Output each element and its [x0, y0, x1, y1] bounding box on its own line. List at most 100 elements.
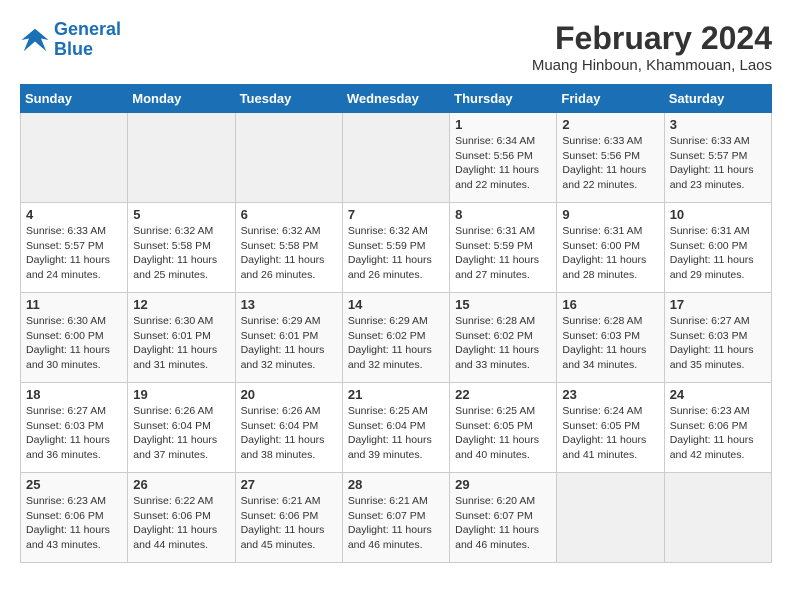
calendar-cell: 23Sunrise: 6:24 AM Sunset: 6:05 PM Dayli…	[557, 383, 664, 473]
calendar-cell: 27 Sunrise: 6:21 AM Sunset: 6:06 PM Dayli…	[235, 473, 342, 563]
calendar-cell	[557, 473, 664, 563]
day-number: 26	[133, 477, 229, 492]
day-number: 22	[455, 387, 551, 402]
day-number: 21	[348, 387, 444, 402]
page-header: General Blue February 2024 Muang Hinboun…	[20, 20, 772, 74]
day-number: 1	[455, 117, 551, 132]
week-row-4: 18Sunrise: 6:27 AM Sunset: 6:03 PM Dayli…	[21, 383, 772, 473]
header-sunday: Sunday	[21, 85, 128, 113]
calendar-cell: 4 Sunrise: 6:33 AM Sunset: 5:57 PM Daylig…	[21, 203, 128, 293]
calendar-cell: 13Sunrise: 6:29 AM Sunset: 6:01 PM Dayli…	[235, 293, 342, 383]
calendar-cell: 7 Sunrise: 6:32 AM Sunset: 5:59 PM Daylig…	[342, 203, 449, 293]
calendar-cell	[235, 113, 342, 203]
day-info: Sunrise: 6:26 AM Sunset: 6:04 PM Dayligh…	[133, 404, 229, 463]
calendar-cell	[128, 113, 235, 203]
day-info: Sunrise: 6:33 AM Sunset: 5:57 PM Dayligh…	[26, 224, 122, 283]
calendar-cell: 8 Sunrise: 6:31 AM Sunset: 5:59 PM Daylig…	[450, 203, 557, 293]
logo: General Blue	[20, 20, 121, 60]
calendar-cell: 20Sunrise: 6:26 AM Sunset: 6:04 PM Dayli…	[235, 383, 342, 473]
calendar-cell: 29 Sunrise: 6:20 AM Sunset: 6:07 PM Dayli…	[450, 473, 557, 563]
calendar-cell	[664, 473, 771, 563]
day-number: 19	[133, 387, 229, 402]
calendar-cell: 17 Sunrise: 6:27 AM Sunset: 6:03 PM Dayli…	[664, 293, 771, 383]
day-info: Sunrise: 6:30 AM Sunset: 6:01 PM Dayligh…	[133, 314, 229, 373]
day-info: Sunrise: 6:24 AM Sunset: 6:05 PM Dayligh…	[562, 404, 658, 463]
day-number: 10	[670, 207, 766, 222]
day-info: Sunrise: 6:23 AM Sunset: 6:06 PM Dayligh…	[670, 404, 766, 463]
day-info: Sunrise: 6:21 AM Sunset: 6:06 PM Dayligh…	[241, 494, 337, 553]
day-info: Sunrise: 6:25 AM Sunset: 6:04 PM Dayligh…	[348, 404, 444, 463]
logo-icon	[20, 25, 50, 55]
day-number: 29	[455, 477, 551, 492]
week-row-1: 1 Sunrise: 6:34 AM Sunset: 5:56 PM Daylig…	[21, 113, 772, 203]
header-wednesday: Wednesday	[342, 85, 449, 113]
day-number: 15	[455, 297, 551, 312]
calendar-cell	[342, 113, 449, 203]
header-tuesday: Tuesday	[235, 85, 342, 113]
calendar-cell: 24 Sunrise: 6:23 AM Sunset: 6:06 PM Dayli…	[664, 383, 771, 473]
day-number: 5	[133, 207, 229, 222]
calendar-cell: 25 Sunrise: 6:23 AM Sunset: 6:06 PM Dayli…	[21, 473, 128, 563]
header-monday: Monday	[128, 85, 235, 113]
day-info: Sunrise: 6:33 AM Sunset: 5:56 PM Dayligh…	[562, 134, 658, 193]
day-info: Sunrise: 6:25 AM Sunset: 6:05 PM Dayligh…	[455, 404, 551, 463]
day-info: Sunrise: 6:33 AM Sunset: 5:57 PM Dayligh…	[670, 134, 766, 193]
day-info: Sunrise: 6:28 AM Sunset: 6:03 PM Dayligh…	[562, 314, 658, 373]
day-info: Sunrise: 6:32 AM Sunset: 5:59 PM Dayligh…	[348, 224, 444, 283]
day-number: 11	[26, 297, 122, 312]
week-row-5: 25 Sunrise: 6:23 AM Sunset: 6:06 PM Dayli…	[21, 473, 772, 563]
day-info: Sunrise: 6:31 AM Sunset: 5:59 PM Dayligh…	[455, 224, 551, 283]
main-title: February 2024	[532, 20, 772, 57]
calendar-cell: 9 Sunrise: 6:31 AM Sunset: 6:00 PM Daylig…	[557, 203, 664, 293]
week-row-3: 11Sunrise: 6:30 AM Sunset: 6:00 PM Dayli…	[21, 293, 772, 383]
calendar-cell: 5 Sunrise: 6:32 AM Sunset: 5:58 PM Daylig…	[128, 203, 235, 293]
logo-text: General Blue	[54, 20, 121, 60]
calendar-cell: 12 Sunrise: 6:30 AM Sunset: 6:01 PM Dayli…	[128, 293, 235, 383]
calendar-cell: 6 Sunrise: 6:32 AM Sunset: 5:58 PM Daylig…	[235, 203, 342, 293]
calendar-cell: 14Sunrise: 6:29 AM Sunset: 6:02 PM Dayli…	[342, 293, 449, 383]
day-info: Sunrise: 6:32 AM Sunset: 5:58 PM Dayligh…	[241, 224, 337, 283]
day-number: 16	[562, 297, 658, 312]
calendar-table: SundayMondayTuesdayWednesdayThursdayFrid…	[20, 84, 772, 563]
subtitle: Muang Hinboun, Khammouan, Laos	[532, 57, 772, 74]
calendar-cell: 21 Sunrise: 6:25 AM Sunset: 6:04 PM Dayli…	[342, 383, 449, 473]
day-info: Sunrise: 6:28 AM Sunset: 6:02 PM Dayligh…	[455, 314, 551, 373]
day-number: 27	[241, 477, 337, 492]
calendar-cell: 11Sunrise: 6:30 AM Sunset: 6:00 PM Dayli…	[21, 293, 128, 383]
calendar-cell: 16 Sunrise: 6:28 AM Sunset: 6:03 PM Dayli…	[557, 293, 664, 383]
day-number: 4	[26, 207, 122, 222]
day-number: 12	[133, 297, 229, 312]
header-saturday: Saturday	[664, 85, 771, 113]
day-info: Sunrise: 6:20 AM Sunset: 6:07 PM Dayligh…	[455, 494, 551, 553]
calendar-cell: 2Sunrise: 6:33 AM Sunset: 5:56 PM Daylig…	[557, 113, 664, 203]
calendar-cell: 28 Sunrise: 6:21 AM Sunset: 6:07 PM Dayli…	[342, 473, 449, 563]
day-number: 28	[348, 477, 444, 492]
day-number: 25	[26, 477, 122, 492]
day-number: 24	[670, 387, 766, 402]
header-friday: Friday	[557, 85, 664, 113]
calendar-cell: 18Sunrise: 6:27 AM Sunset: 6:03 PM Dayli…	[21, 383, 128, 473]
day-number: 9	[562, 207, 658, 222]
day-info: Sunrise: 6:21 AM Sunset: 6:07 PM Dayligh…	[348, 494, 444, 553]
day-info: Sunrise: 6:32 AM Sunset: 5:58 PM Dayligh…	[133, 224, 229, 283]
day-number: 6	[241, 207, 337, 222]
day-number: 7	[348, 207, 444, 222]
day-number: 3	[670, 117, 766, 132]
calendar-cell: 10 Sunrise: 6:31 AM Sunset: 6:00 PM Dayli…	[664, 203, 771, 293]
calendar-cell: 26Sunrise: 6:22 AM Sunset: 6:06 PM Dayli…	[128, 473, 235, 563]
day-info: Sunrise: 6:29 AM Sunset: 6:01 PM Dayligh…	[241, 314, 337, 373]
calendar-cell: 19 Sunrise: 6:26 AM Sunset: 6:04 PM Dayli…	[128, 383, 235, 473]
day-info: Sunrise: 6:31 AM Sunset: 6:00 PM Dayligh…	[670, 224, 766, 283]
day-info: Sunrise: 6:23 AM Sunset: 6:06 PM Dayligh…	[26, 494, 122, 553]
day-info: Sunrise: 6:27 AM Sunset: 6:03 PM Dayligh…	[26, 404, 122, 463]
day-info: Sunrise: 6:31 AM Sunset: 6:00 PM Dayligh…	[562, 224, 658, 283]
day-info: Sunrise: 6:27 AM Sunset: 6:03 PM Dayligh…	[670, 314, 766, 373]
week-row-2: 4 Sunrise: 6:33 AM Sunset: 5:57 PM Daylig…	[21, 203, 772, 293]
day-number: 8	[455, 207, 551, 222]
calendar-cell	[21, 113, 128, 203]
title-block: February 2024 Muang Hinboun, Khammouan, …	[532, 20, 772, 74]
day-number: 17	[670, 297, 766, 312]
day-info: Sunrise: 6:34 AM Sunset: 5:56 PM Dayligh…	[455, 134, 551, 193]
header-thursday: Thursday	[450, 85, 557, 113]
calendar-cell: 3 Sunrise: 6:33 AM Sunset: 5:57 PM Daylig…	[664, 113, 771, 203]
